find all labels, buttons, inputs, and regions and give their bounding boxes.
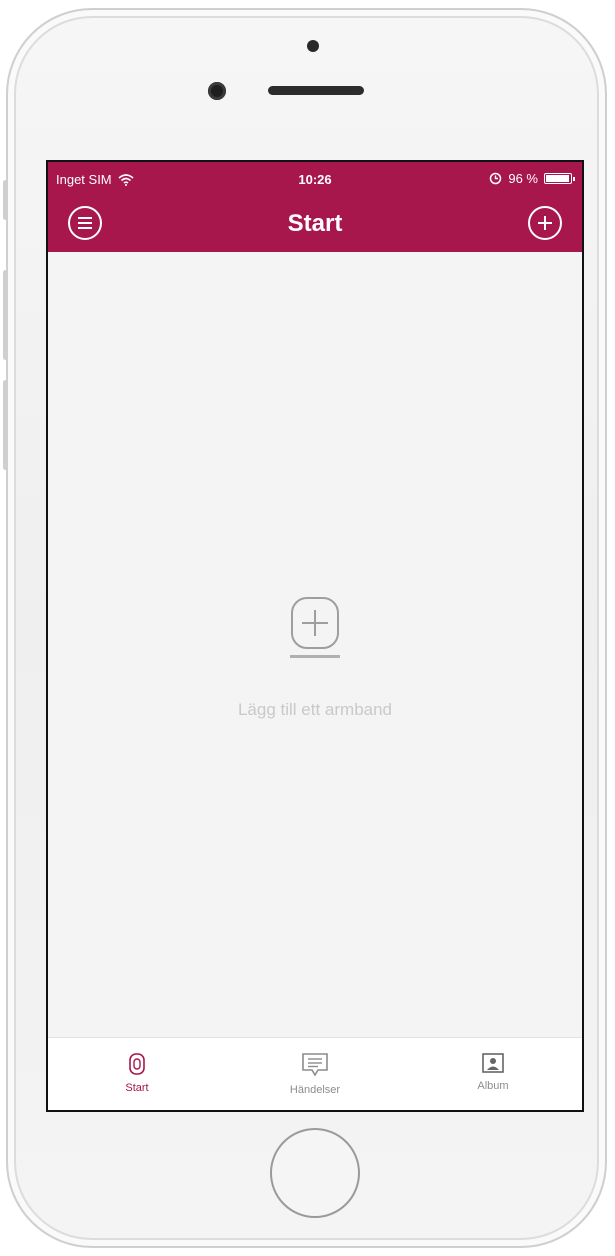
mute-switch <box>3 180 8 220</box>
battery-icon <box>544 173 575 184</box>
add-icon <box>538 216 552 230</box>
home-button[interactable] <box>270 1128 360 1218</box>
alarm-icon <box>490 172 502 185</box>
page-title: Start <box>287 210 343 237</box>
tab-start[interactable]: Start <box>48 1038 226 1110</box>
tab-label: Album <box>477 1080 509 1092</box>
empty-state-message: Lägg till ett armband <box>237 700 393 719</box>
tab-handelser[interactable]: Händelser <box>226 1038 404 1110</box>
tab-label: Händelser <box>289 1084 341 1096</box>
tab-label: Start <box>125 1082 149 1094</box>
main-content: Lägg till ett armband <box>48 252 582 1040</box>
nav-bar: Start <box>48 196 582 252</box>
album-icon <box>482 1053 504 1073</box>
earpiece-speaker <box>268 86 364 95</box>
front-camera <box>307 40 319 52</box>
battery-percent: 96 % <box>508 171 538 186</box>
proximity-sensor <box>208 82 226 100</box>
message-icon <box>302 1053 328 1077</box>
battery-fill <box>546 175 570 182</box>
add-button[interactable] <box>528 206 562 240</box>
tab-album[interactable]: Album <box>404 1038 582 1110</box>
status-bar: Inget SIM 10:26 96 % <box>48 162 582 196</box>
band-icon <box>129 1053 145 1075</box>
add-device-icon <box>290 597 340 658</box>
volume-up-button <box>3 270 8 360</box>
screen: Inget SIM 10:26 96 % Start Lägg till ett… <box>46 160 584 1112</box>
tab-bar: Start Händelser Album <box>48 1037 582 1110</box>
status-right: 96 % <box>489 171 575 186</box>
add-device-button[interactable] <box>290 596 340 660</box>
volume-down-button <box>3 380 8 470</box>
